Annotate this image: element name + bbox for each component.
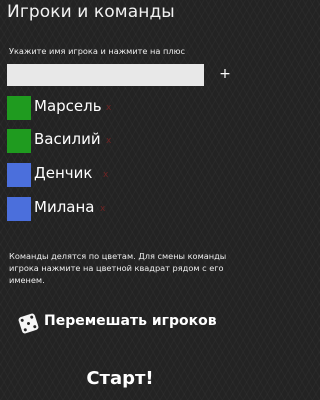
page-title: Игроки и команды: [7, 2, 175, 22]
player-row: Марсель x: [0, 96, 240, 122]
add-player-prompt: Укажите имя игрока и нажмите на плюс: [9, 46, 186, 56]
player-name-input[interactable]: [7, 64, 204, 86]
team-color-swatch[interactable]: [7, 163, 31, 187]
team-color-swatch[interactable]: [7, 197, 31, 221]
player-row: Василий x: [0, 129, 240, 155]
player-name: Денчик: [34, 164, 93, 182]
team-color-swatch[interactable]: [7, 96, 31, 120]
player-row: Денчик x: [0, 163, 240, 189]
remove-player-button[interactable]: x: [103, 170, 108, 180]
teams-hint: Команды делятся по цветам. Для смены ком…: [9, 251, 227, 285]
add-player-button[interactable]: +: [216, 66, 234, 82]
team-color-swatch[interactable]: [7, 129, 31, 153]
player-row: Милана x: [0, 197, 240, 223]
remove-player-button[interactable]: x: [100, 204, 105, 214]
start-button[interactable]: Старт!: [0, 368, 240, 389]
player-name: Марсель: [34, 97, 102, 115]
remove-player-button[interactable]: x: [106, 103, 111, 113]
player-name: Милана: [34, 198, 95, 216]
player-name: Василий: [34, 130, 101, 148]
remove-player-button[interactable]: x: [106, 136, 111, 146]
dice-icon: [17, 312, 40, 335]
shuffle-label: Перемешать игроков: [44, 313, 217, 329]
